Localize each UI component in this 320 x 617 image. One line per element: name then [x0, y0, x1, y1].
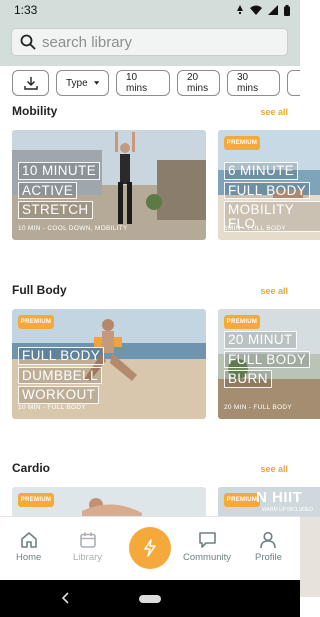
workout-card[interactable]: PREMIUM FULL BODY DUMBBELL WORKOUT 10 MI…: [12, 309, 206, 419]
caret-down-icon: [93, 81, 99, 85]
download-icon: [23, 77, 38, 90]
see-all-mobility-link[interactable]: see all: [260, 107, 288, 117]
system-navigation-bar: [0, 580, 300, 617]
type-filter-dropdown[interactable]: Type: [56, 70, 109, 96]
card-title: 10 MINUTE ACTIVE STRETCH: [18, 162, 101, 219]
download-filter-button[interactable]: [12, 70, 49, 96]
nav-home[interactable]: Home: [16, 531, 41, 563]
premium-badge: PREMIUM: [224, 136, 260, 150]
see-all-cardio-link[interactable]: see all: [260, 464, 288, 474]
chat-icon: [198, 532, 216, 548]
section-title-mobility: Mobility: [12, 104, 58, 118]
filter-row: Type 10 mins 20 mins 30 mins: [0, 70, 300, 100]
premium-badge: PREMIUM: [18, 315, 54, 329]
nav-profile[interactable]: Profile: [255, 531, 282, 563]
bottom-navigation: Home Library Community Profile: [0, 516, 300, 580]
section-title-full-body: Full Body: [12, 283, 67, 297]
more-filter-chip[interactable]: [287, 70, 300, 96]
card-title: FULL BODY DUMBBELL WORKOUT: [18, 347, 105, 404]
duration-30-label: 30 mins: [237, 72, 259, 94]
system-home-button[interactable]: [139, 595, 161, 603]
card-subtitle-fragment: WARM UP INCLUDED: [262, 507, 313, 513]
nav-community-label: Community: [183, 552, 232, 563]
nav-library[interactable]: Library: [73, 531, 102, 563]
battery-icon: [284, 4, 290, 16]
nav-library-label: Library: [73, 552, 103, 563]
card-title-line: FULL BODY: [18, 347, 105, 365]
duration-20-label: 20 mins: [187, 72, 209, 94]
card-title: 20 MINUT FULL BODY BURN: [224, 331, 311, 388]
wifi-icon: [250, 5, 262, 15]
card-title-line: WORKOUT: [18, 386, 100, 404]
workout-card[interactable]: PREMIUM 6 MINUTE FULL BODY MOBILITY FLO …: [218, 130, 320, 240]
card-title-line: BURN: [224, 370, 272, 388]
status-bar: 1:33: [0, 0, 300, 20]
search-input[interactable]: [42, 33, 272, 51]
duration-10-chip[interactable]: 10 mins: [116, 70, 170, 96]
premium-badge: PREMIUM: [224, 315, 260, 329]
person-icon: [260, 531, 277, 549]
section-title-cardio: Cardio: [12, 461, 51, 475]
card-title-line: 6 MINUTE: [224, 162, 299, 180]
nav-home-label: Home: [16, 552, 42, 563]
home-icon: [20, 532, 37, 548]
duration-30-chip[interactable]: 30 mins: [227, 70, 280, 96]
card-title-line: 10 MINUTE: [18, 162, 101, 180]
card-title-line: STRETCH: [18, 201, 93, 219]
lightning-icon: [144, 539, 156, 557]
card-meta: 10 MIN - FULL BODY: [18, 404, 87, 411]
card-meta: 10 MIN - COOL DOWN, MOBILITY: [18, 225, 128, 232]
nav-profile-label: Profile: [255, 552, 282, 563]
calendar-icon: [79, 532, 96, 548]
notification-icon: [237, 5, 243, 14]
premium-badge: PREMIUM: [224, 493, 260, 507]
quick-action-button[interactable]: [129, 527, 171, 569]
card-title-line: 20 MINUT: [224, 331, 297, 349]
card-meta: 6MIN - FULL BODY: [224, 225, 286, 232]
status-time: 1:33: [14, 3, 38, 17]
card-title-line: FULL BODY: [224, 181, 311, 199]
card-title-line: DUMBBELL: [18, 366, 102, 384]
type-filter-label: Type: [66, 77, 88, 89]
card-title: 6 MINUTE FULL BODY MOBILITY FLO: [224, 162, 320, 232]
duration-20-chip[interactable]: 20 mins: [177, 70, 220, 96]
search-icon: [20, 34, 36, 50]
card-title-line: FULL BODY: [224, 350, 311, 368]
card-meta: 20 MIN - FULL BODY: [224, 404, 293, 411]
signal-icon: [268, 5, 278, 15]
nav-community[interactable]: Community: [183, 531, 231, 563]
card-title-line: ACTIVE: [18, 181, 78, 199]
search-box[interactable]: [11, 28, 288, 56]
see-all-full-body-link[interactable]: see all: [260, 286, 288, 296]
workout-card[interactable]: 10 MINUTE ACTIVE STRETCH 10 MIN - COOL D…: [12, 130, 206, 240]
premium-badge: PREMIUM: [18, 493, 54, 507]
duration-10-label: 10 mins: [126, 72, 148, 94]
status-icons: [236, 4, 290, 16]
back-icon[interactable]: [61, 592, 71, 604]
workout-card[interactable]: PREMIUM 20 MINUT FULL BODY BURN 20 MIN -…: [218, 309, 320, 419]
card-title-fragment: N HIIT: [256, 489, 303, 506]
header: [0, 20, 300, 66]
